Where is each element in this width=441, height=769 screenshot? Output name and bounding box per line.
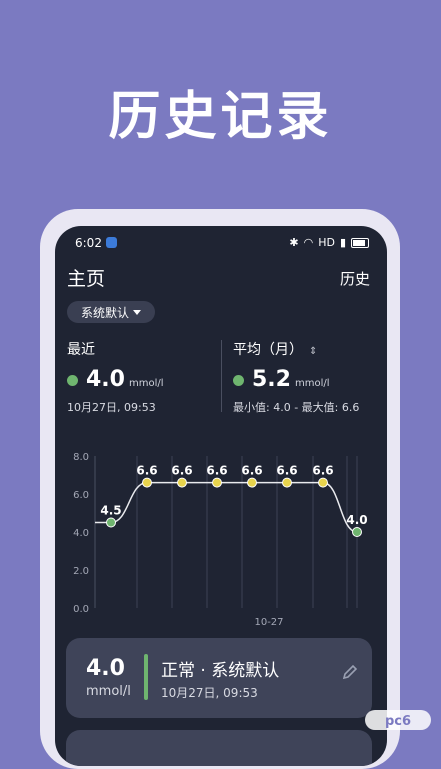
data-label: 6.6 [312, 464, 333, 478]
y-tick-label: 4.0 [73, 528, 89, 539]
profile-dropdown[interactable]: 系统默认 [67, 301, 155, 323]
y-tick-label: 2.0 [73, 566, 89, 577]
data-point [247, 477, 257, 488]
record-time: 10月27日, 09:53 [161, 686, 258, 700]
y-tick-label: 8.0 [73, 452, 89, 463]
signal-icon: ▮ [339, 236, 346, 249]
promo-title: 历史记录 [108, 87, 333, 147]
wifi-icon: ◠ [303, 236, 314, 249]
latest-unit: mmol/l [128, 378, 164, 389]
sort-icon: ⇕ [309, 346, 318, 357]
average-value: 5.2 [252, 367, 291, 392]
bluetooth-icon: ✱ [289, 236, 299, 249]
app-screen: 6:02 ✱ ◠ HD ▮ 主页 历史 系统默认 最近 4.0 mmol/l 1… [55, 226, 387, 766]
data-point [106, 517, 116, 528]
record-card[interactable]: 4.0 mmol/l 正常 · 系统默认 10月27日, 09:53 [66, 638, 372, 718]
y-tick-label: 6.0 [73, 490, 89, 501]
record-status: 正常 · 系统默认 [161, 661, 280, 681]
data-label: 4.5 [100, 504, 121, 518]
watermark-text: pc6 [385, 714, 411, 729]
nav-home-title: 主页 [67, 268, 106, 290]
stat-divider [221, 340, 222, 412]
record-unit: mmol/l [86, 684, 131, 699]
status-dot-icon [233, 375, 244, 386]
data-point [212, 477, 222, 488]
status-time: 6:02 [75, 236, 102, 250]
data-label: 6.6 [136, 464, 157, 478]
status-bar-indicator [144, 654, 148, 700]
latest-time: 10月27日, 09:53 [67, 401, 156, 414]
data-label: 4.0 [346, 513, 367, 527]
y-tick-label: 0.0 [73, 604, 89, 615]
chevron-down-icon [133, 309, 141, 315]
data-label: 6.6 [206, 464, 227, 478]
data-label: 6.6 [241, 464, 262, 478]
average-label-row[interactable]: 平均（月） ⇕ [233, 339, 317, 359]
data-point [318, 477, 328, 488]
series-line [95, 481, 358, 533]
latest-label: 最近 [67, 342, 95, 358]
data-label: 6.6 [276, 464, 297, 478]
record-value: 4.0 [86, 656, 125, 681]
status-icons: ✱ ◠ HD ▮ [289, 236, 369, 249]
latest-value-row: 4.0 mmol/l [67, 367, 164, 392]
latest-value: 4.0 [86, 367, 125, 392]
watermark-logo: pc6 [365, 710, 431, 730]
record-card-next[interactable] [66, 730, 372, 766]
average-value-row: 5.2 mmol/l [233, 367, 330, 392]
nav-history-link[interactable]: 历史 [340, 268, 370, 289]
status-bar: 6:02 ✱ ◠ HD ▮ [55, 226, 387, 260]
data-point [352, 527, 362, 537]
network-label: HD [318, 236, 335, 249]
glucose-line-chart: 8.0 6.0 4.0 2.0 0.0 4.5 6.6 6.6 6.6 6.6 6.6 6.6 4.0 1… [73, 452, 368, 628]
dropdown-label: 系统默认 [80, 305, 129, 320]
data-point [177, 477, 187, 488]
average-range: 最小值: 4.0 - 最大值: 6.6 [233, 401, 360, 414]
notification-icon [106, 237, 117, 248]
edit-icon[interactable] [342, 664, 358, 680]
data-point [142, 477, 152, 488]
status-dot-icon [67, 375, 78, 386]
x-tick-label: 10-27 [254, 617, 283, 628]
average-label: 平均（月） [233, 342, 303, 358]
data-label: 6.6 [171, 464, 192, 478]
average-unit: mmol/l [294, 378, 330, 389]
battery-icon [351, 237, 369, 248]
data-point [282, 477, 292, 488]
